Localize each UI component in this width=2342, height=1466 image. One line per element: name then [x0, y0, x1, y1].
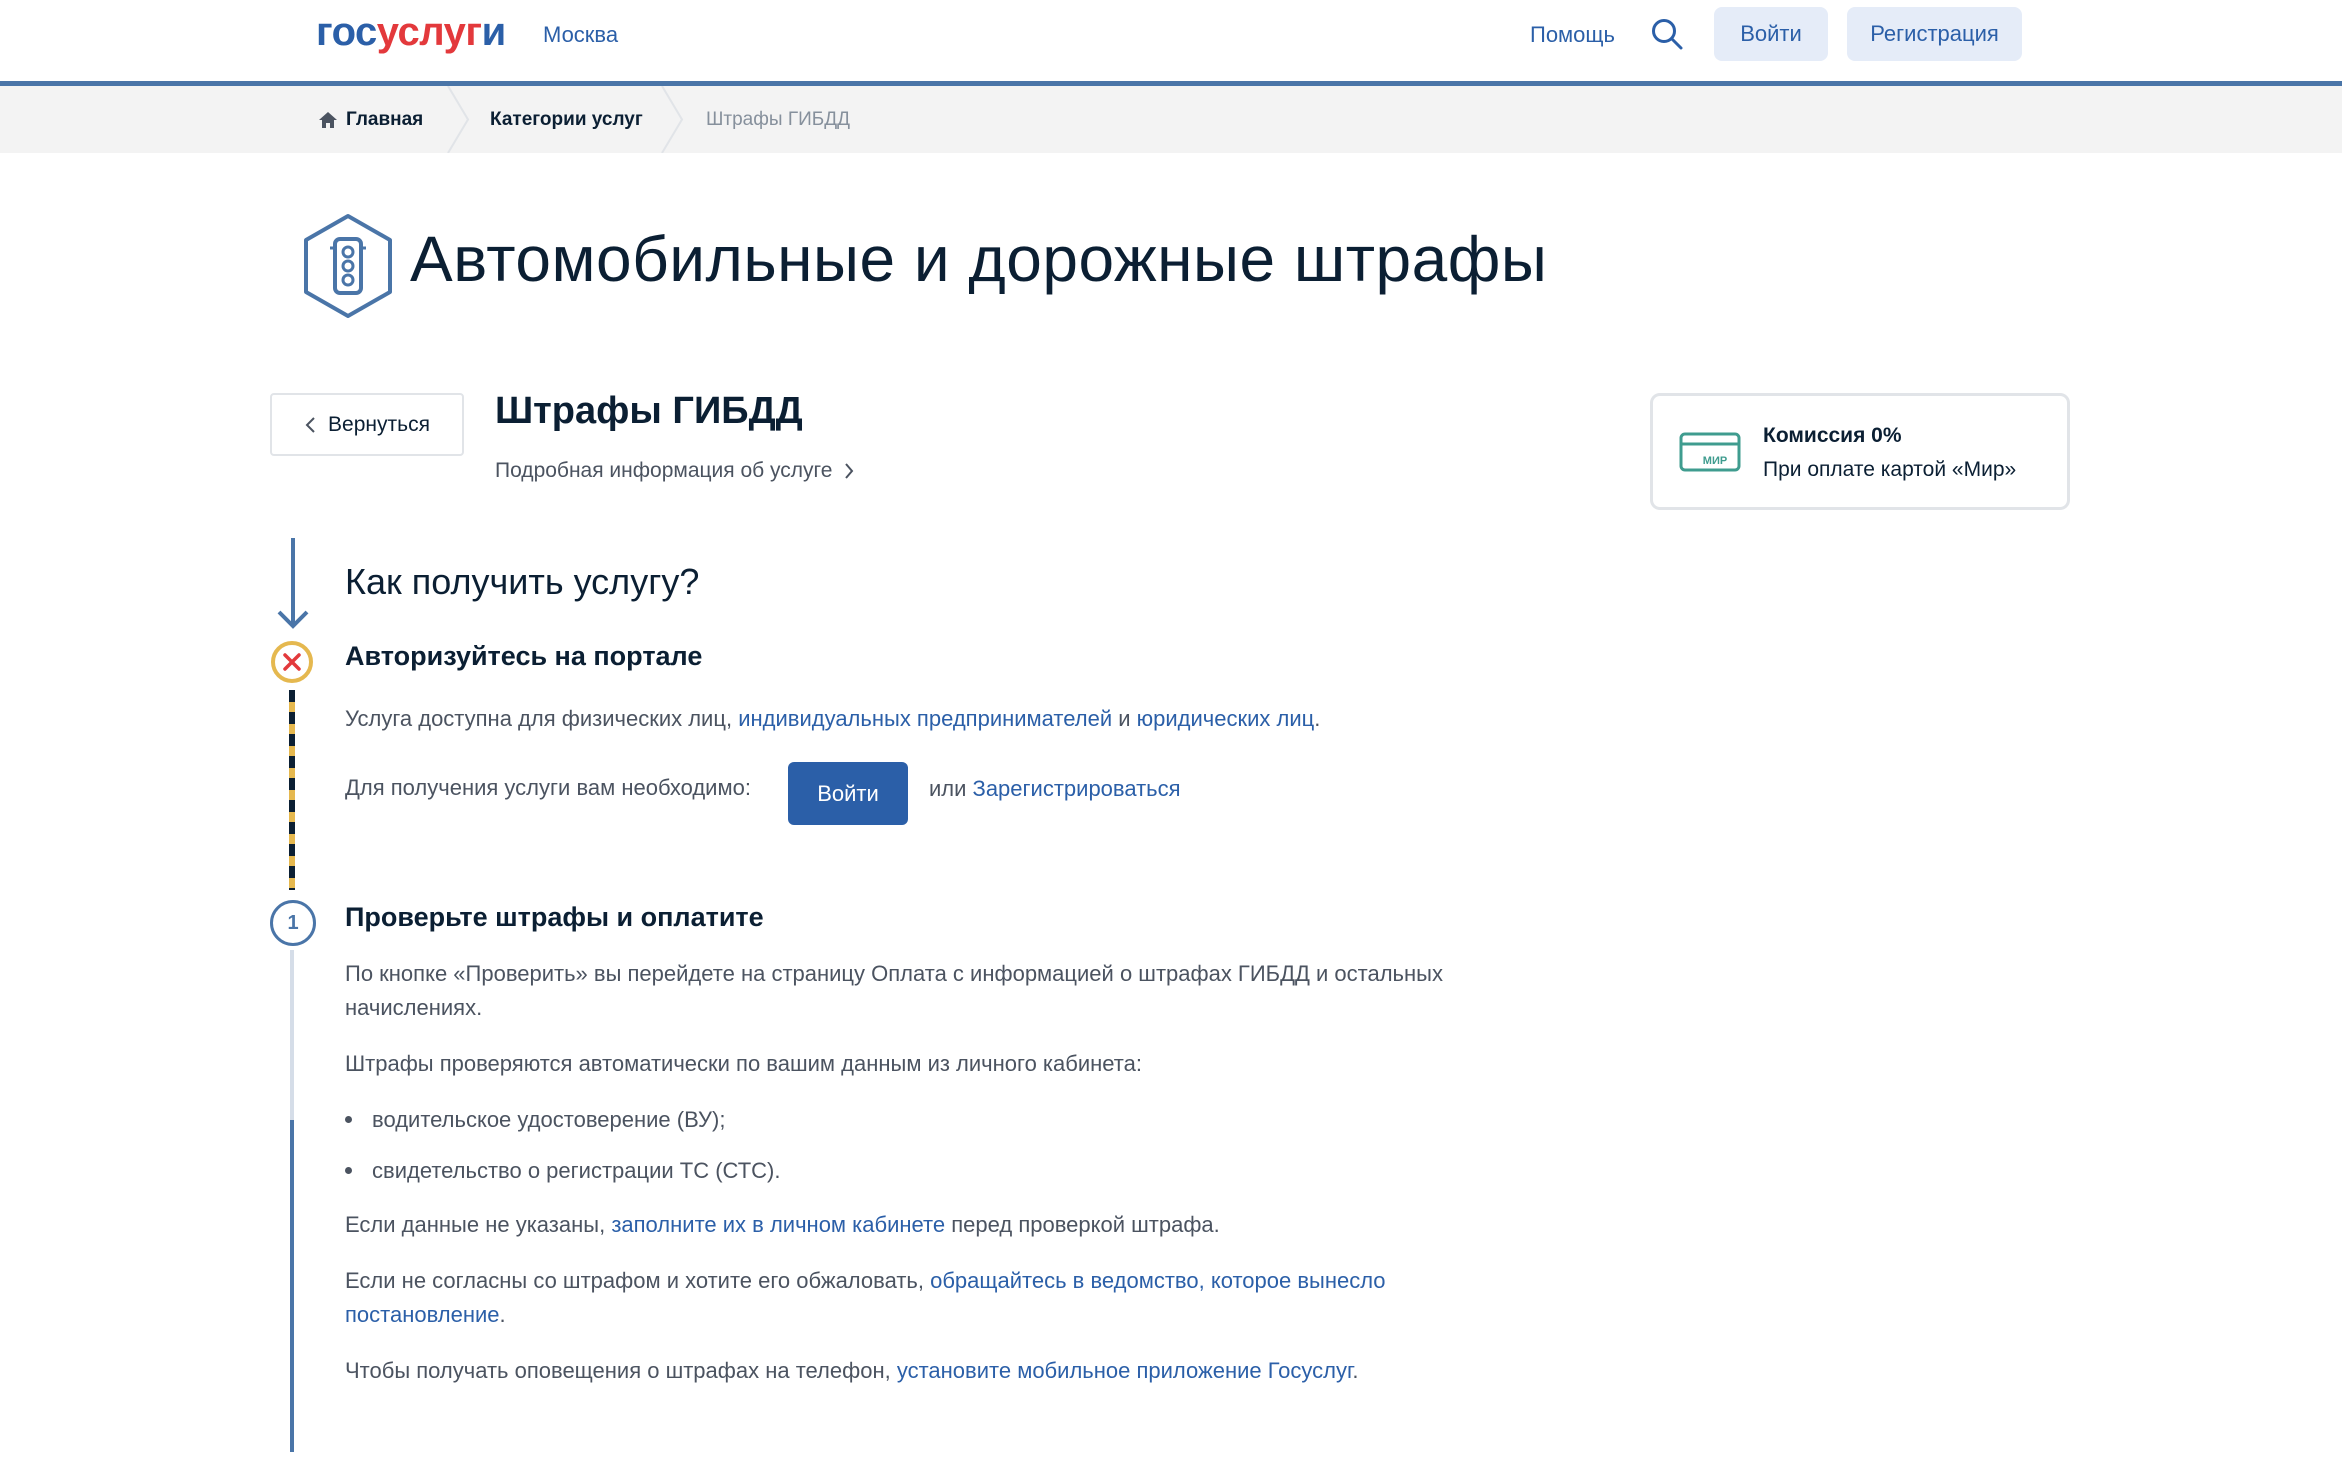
service-title: Штрафы ГИБДД — [495, 390, 803, 432]
requirement-text: Для получения услуги вам необходимо: — [345, 775, 751, 800]
step-number-badge: 1 — [270, 900, 316, 946]
login-main-button[interactable]: Войти — [788, 762, 908, 825]
how-to-get-heading: Как получить услугу? — [345, 561, 700, 602]
entrepreneurs-link[interactable]: индивидуальных предпринимателей — [738, 706, 1112, 731]
step1-title: Авторизуйтесь на портале — [345, 641, 703, 671]
register-link[interactable]: Зарегистрироваться — [973, 776, 1181, 801]
breadcrumb-categories[interactable]: Категории услуг — [490, 86, 643, 153]
register-button[interactable]: Регистрация — [1847, 7, 2022, 61]
list-item: водительское удостоверение (ВУ); — [345, 1103, 725, 1137]
appeal-text: Если не согласны со штрафом и хотите его… — [345, 1268, 1386, 1327]
breadcrumb-current: Штрафы ГИБДД — [706, 109, 850, 130]
fill-profile-link[interactable]: заполните их в личном кабинете — [611, 1212, 945, 1237]
top-header: госуслуги Москва Помощь Войти Регистраци… — [0, 0, 2342, 86]
service-details-link[interactable]: Подробная информация об услуге — [495, 459, 854, 483]
arrow-down-icon — [277, 538, 309, 629]
commission-card: МИР Комиссия 0% При оплате картой «Мир» — [1650, 393, 2070, 510]
search-icon[interactable] — [1650, 17, 1684, 51]
gosuslugi-logo[interactable]: госуслуги — [316, 10, 506, 55]
help-link[interactable]: Помощь — [1530, 22, 1615, 48]
agency-link-continued[interactable]: постановление — [345, 1302, 500, 1327]
timeline-line-light — [290, 950, 294, 1120]
notification-text: Чтобы получать оповещения о штрафах на т… — [345, 1358, 1359, 1383]
commission-title: Комиссия 0% — [1763, 424, 1902, 447]
chevron-left-icon — [305, 416, 315, 433]
availability-text: Услуга доступна для физических лиц, инди… — [345, 706, 1321, 731]
timeline-line — [290, 1120, 294, 1452]
mir-card-label: МИР — [1703, 455, 1727, 467]
not-completed-icon — [271, 641, 313, 683]
city-selector[interactable]: Москва — [543, 22, 618, 48]
page-title: Автомобильные и дорожные штрафы — [410, 223, 1548, 295]
auto-check-text: Штрафы проверяются автоматически по ваши… — [345, 1051, 1142, 1076]
breadcrumb-separator-icon — [661, 86, 684, 153]
mir-card-icon: МИР — [1679, 432, 1741, 472]
login-button[interactable]: Войти — [1714, 7, 1828, 61]
chevron-right-icon — [845, 463, 854, 479]
list-item: свидетельство о регистрации ТС (СТС). — [345, 1154, 780, 1188]
or-register: или Зарегистрироваться — [929, 776, 1181, 801]
traffic-light-icon — [304, 214, 392, 318]
agency-link[interactable]: обращайтесь в ведомство, которое вынесло — [930, 1268, 1385, 1293]
check-description: По кнопке «Проверить» вы перейдете на ст… — [345, 961, 1443, 1020]
breadcrumb-home[interactable]: Главная — [318, 86, 423, 153]
step2-title: Проверьте штрафы и оплатите — [345, 902, 764, 932]
missing-data-text: Если данные не указаны, заполните их в л… — [345, 1212, 1220, 1237]
breadcrumb: Главная Категории услуг Штрафы ГИБДД — [0, 86, 2342, 153]
back-button[interactable]: Вернуться — [270, 393, 464, 456]
mobile-app-link[interactable]: установите мобильное приложение Госуслуг — [897, 1358, 1353, 1383]
legal-entities-link[interactable]: юридических лиц — [1137, 706, 1315, 731]
commission-subtitle: При оплате картой «Мир» — [1763, 458, 2017, 481]
home-icon — [319, 111, 337, 128]
breadcrumb-separator-icon — [447, 86, 470, 153]
timeline-dashed-line — [289, 690, 295, 890]
